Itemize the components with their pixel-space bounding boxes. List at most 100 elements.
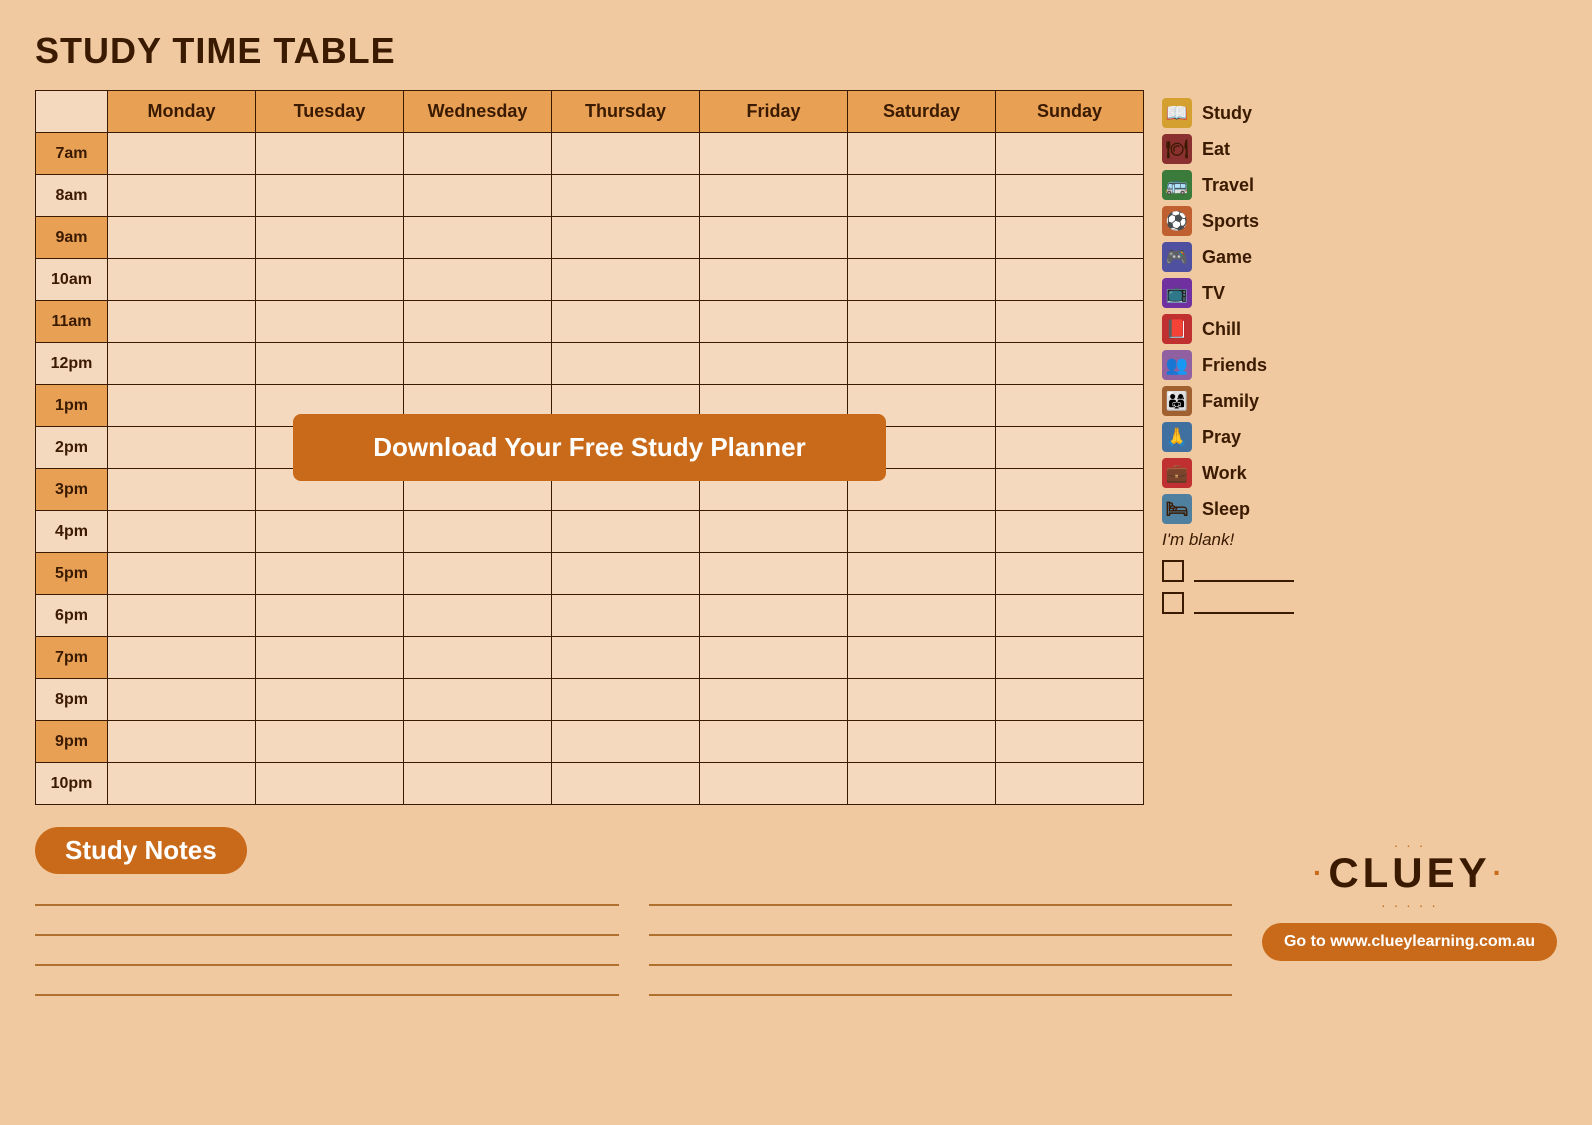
schedule-cell[interactable] [848, 343, 996, 385]
schedule-cell[interactable] [552, 175, 700, 217]
schedule-cell[interactable] [256, 217, 404, 259]
schedule-cell[interactable] [552, 553, 700, 595]
schedule-cell[interactable] [552, 301, 700, 343]
schedule-cell[interactable] [700, 511, 848, 553]
schedule-cell[interactable] [848, 553, 996, 595]
schedule-cell[interactable] [700, 763, 848, 805]
schedule-cell[interactable] [996, 217, 1144, 259]
schedule-cell[interactable] [700, 343, 848, 385]
schedule-cell[interactable] [256, 721, 404, 763]
schedule-cell[interactable] [256, 343, 404, 385]
schedule-cell[interactable] [848, 133, 996, 175]
schedule-cell[interactable] [256, 553, 404, 595]
schedule-cell[interactable] [108, 763, 256, 805]
schedule-cell[interactable] [552, 217, 700, 259]
schedule-cell[interactable] [996, 175, 1144, 217]
schedule-cell[interactable] [108, 595, 256, 637]
schedule-cell[interactable] [108, 385, 256, 427]
schedule-cell[interactable] [848, 595, 996, 637]
schedule-cell[interactable] [404, 301, 552, 343]
schedule-cell[interactable] [848, 301, 996, 343]
schedule-cell[interactable] [404, 259, 552, 301]
schedule-cell[interactable] [404, 637, 552, 679]
schedule-cell[interactable] [108, 427, 256, 469]
schedule-cell[interactable] [552, 511, 700, 553]
schedule-cell[interactable] [108, 175, 256, 217]
schedule-cell[interactable] [404, 175, 552, 217]
schedule-cell[interactable] [996, 385, 1144, 427]
schedule-cell[interactable] [996, 301, 1144, 343]
schedule-cell[interactable] [552, 763, 700, 805]
schedule-cell[interactable] [996, 763, 1144, 805]
schedule-cell[interactable] [404, 553, 552, 595]
schedule-cell[interactable] [108, 637, 256, 679]
schedule-cell[interactable] [256, 511, 404, 553]
schedule-cell[interactable] [256, 175, 404, 217]
schedule-cell[interactable] [996, 721, 1144, 763]
schedule-cell[interactable] [700, 553, 848, 595]
schedule-cell[interactable] [108, 721, 256, 763]
schedule-cell[interactable] [108, 217, 256, 259]
schedule-cell[interactable] [256, 763, 404, 805]
schedule-cell[interactable] [108, 553, 256, 595]
schedule-cell[interactable] [996, 595, 1144, 637]
website-button[interactable]: Go to www.clueylearning.com.au [1262, 923, 1557, 961]
schedule-cell[interactable] [256, 637, 404, 679]
schedule-cell[interactable] [404, 679, 552, 721]
download-button[interactable]: Download Your Free Study Planner [293, 414, 885, 481]
schedule-cell[interactable] [108, 469, 256, 511]
schedule-cell[interactable] [996, 553, 1144, 595]
schedule-cell[interactable] [552, 595, 700, 637]
schedule-cell[interactable] [108, 259, 256, 301]
schedule-cell[interactable] [848, 637, 996, 679]
schedule-cell[interactable] [996, 469, 1144, 511]
schedule-cell[interactable] [256, 679, 404, 721]
schedule-cell[interactable] [700, 595, 848, 637]
schedule-cell[interactable] [996, 259, 1144, 301]
schedule-cell[interactable] [700, 679, 848, 721]
schedule-cell[interactable] [552, 259, 700, 301]
schedule-cell[interactable] [552, 637, 700, 679]
schedule-cell[interactable] [108, 301, 256, 343]
schedule-cell[interactable] [848, 175, 996, 217]
schedule-cell[interactable] [256, 133, 404, 175]
schedule-cell[interactable] [108, 133, 256, 175]
schedule-cell[interactable] [108, 679, 256, 721]
schedule-cell[interactable] [996, 679, 1144, 721]
schedule-cell[interactable] [700, 259, 848, 301]
schedule-cell[interactable] [848, 721, 996, 763]
schedule-cell[interactable] [700, 301, 848, 343]
schedule-cell[interactable] [848, 511, 996, 553]
schedule-cell[interactable] [996, 637, 1144, 679]
schedule-cell[interactable] [848, 679, 996, 721]
blank-checkbox[interactable] [1162, 592, 1184, 614]
schedule-cell[interactable] [108, 343, 256, 385]
schedule-cell[interactable] [404, 133, 552, 175]
schedule-cell[interactable] [700, 721, 848, 763]
schedule-cell[interactable] [552, 679, 700, 721]
schedule-cell[interactable] [404, 595, 552, 637]
schedule-cell[interactable] [848, 217, 996, 259]
schedule-cell[interactable] [256, 259, 404, 301]
schedule-cell[interactable] [996, 343, 1144, 385]
schedule-cell[interactable] [700, 217, 848, 259]
schedule-cell[interactable] [552, 721, 700, 763]
schedule-cell[interactable] [700, 175, 848, 217]
schedule-cell[interactable] [552, 133, 700, 175]
schedule-cell[interactable] [996, 427, 1144, 469]
schedule-cell[interactable] [404, 763, 552, 805]
schedule-cell[interactable] [700, 133, 848, 175]
schedule-cell[interactable] [256, 301, 404, 343]
schedule-cell[interactable] [848, 763, 996, 805]
schedule-cell[interactable] [848, 259, 996, 301]
schedule-cell[interactable] [552, 343, 700, 385]
schedule-cell[interactable] [996, 133, 1144, 175]
schedule-cell[interactable] [404, 511, 552, 553]
schedule-cell[interactable] [404, 343, 552, 385]
blank-checkbox[interactable] [1162, 560, 1184, 582]
schedule-cell[interactable] [404, 217, 552, 259]
schedule-cell[interactable] [404, 721, 552, 763]
schedule-cell[interactable] [108, 511, 256, 553]
schedule-cell[interactable] [700, 637, 848, 679]
schedule-cell[interactable] [996, 511, 1144, 553]
